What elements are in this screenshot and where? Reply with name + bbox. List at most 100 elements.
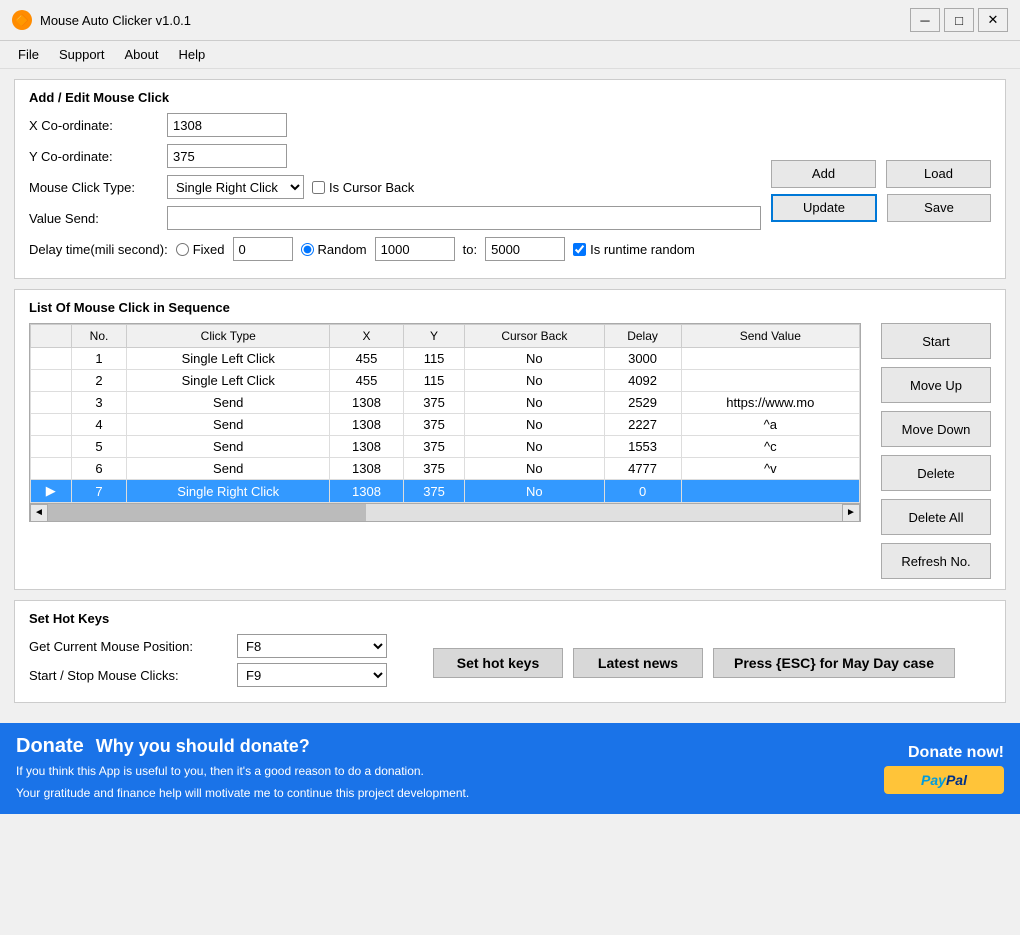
row-delay: 3000 [604, 348, 681, 370]
hotkeys-section: Set Hot Keys Get Current Mouse Position:… [14, 600, 1006, 703]
latest-news-button[interactable]: Latest news [573, 648, 703, 678]
row-click-type: Send [127, 414, 330, 436]
table-row[interactable]: 6 Send 1308 375 No 4777 ^v [31, 458, 860, 480]
cursor-back-label[interactable]: Is Cursor Back [312, 180, 414, 195]
maximize-button[interactable]: □ [944, 8, 974, 32]
fixed-radio[interactable] [176, 243, 189, 256]
x-input[interactable] [167, 113, 287, 137]
window-controls: ─ □ ✕ [910, 8, 1008, 32]
donate-bar: Donate Why you should donate? If you thi… [0, 723, 1020, 814]
row-arrow [31, 436, 72, 458]
get-position-row: Get Current Mouse Position: F8F7F6F5 [29, 634, 387, 658]
row-no: 7 [71, 480, 127, 503]
row-send-value [681, 348, 859, 370]
minimize-button[interactable]: ─ [910, 8, 940, 32]
donate-desc1: If you think this App is useful to you, … [16, 762, 874, 780]
row-cursor-back: No [465, 392, 604, 414]
col-arrow [31, 325, 72, 348]
row-x: 1308 [330, 480, 404, 503]
click-type-label: Mouse Click Type: [29, 180, 159, 195]
add-edit-right: Add Load Update Save [771, 113, 991, 268]
table-row[interactable]: 4 Send 1308 375 No 2227 ^a [31, 414, 860, 436]
row-click-type: Send [127, 392, 330, 414]
donate-now-text: Donate now! [884, 744, 1004, 762]
get-position-select[interactable]: F8F7F6F5 [237, 634, 387, 658]
runtime-random-label[interactable]: Is runtime random [573, 242, 695, 257]
random-radio[interactable] [301, 243, 314, 256]
delete-all-button[interactable]: Delete All [881, 499, 991, 535]
row-send-value: ^v [681, 458, 859, 480]
save-button[interactable]: Save [887, 194, 991, 222]
sequence-buttons: Start Move Up Move Down Delete Delete Al… [881, 323, 991, 579]
set-hotkeys-button[interactable]: Set hot keys [433, 648, 563, 678]
hotkeys-form: Get Current Mouse Position: F8F7F6F5 Sta… [29, 634, 387, 692]
y-input[interactable] [167, 144, 287, 168]
col-cursor-back: Cursor Back [465, 325, 604, 348]
table-wrapper: No. Click Type X Y Cursor Back Delay Sen… [29, 323, 861, 579]
row-send-value: https://www.mo [681, 392, 859, 414]
start-stop-select[interactable]: F9F8F7F6 [237, 663, 387, 687]
table-row[interactable]: 1 Single Left Click 455 115 No 3000 [31, 348, 860, 370]
menu-support[interactable]: Support [49, 43, 115, 66]
start-button[interactable]: Start [881, 323, 991, 359]
row-x: 455 [330, 370, 404, 392]
add-load-row: Add Load [771, 160, 991, 188]
value-send-input[interactable] [167, 206, 761, 230]
row-no: 5 [71, 436, 127, 458]
row-delay: 4777 [604, 458, 681, 480]
update-button[interactable]: Update [771, 194, 877, 222]
row-cursor-back: No [465, 348, 604, 370]
row-cursor-back: No [465, 370, 604, 392]
runtime-random-checkbox[interactable] [573, 243, 586, 256]
row-delay: 1553 [604, 436, 681, 458]
scroll-left-arrow[interactable]: ◄ [30, 504, 48, 522]
paypal-button[interactable]: PayPal [884, 766, 1004, 794]
move-up-button[interactable]: Move Up [881, 367, 991, 403]
random-from-input[interactable] [375, 237, 455, 261]
fixed-radio-label[interactable]: Fixed [176, 242, 225, 257]
sequence-section: List Of Mouse Click in Sequence No. Clic… [14, 289, 1006, 590]
table-row[interactable]: 2 Single Left Click 455 115 No 4092 [31, 370, 860, 392]
row-send-value: ^a [681, 414, 859, 436]
add-edit-section: Add / Edit Mouse Click X Co-ordinate: Y … [14, 79, 1006, 279]
fixed-value-input[interactable] [233, 237, 293, 261]
esc-button[interactable]: Press {ESC} for May Day case [713, 648, 955, 678]
menu-about[interactable]: About [115, 43, 169, 66]
close-button[interactable]: ✕ [978, 8, 1008, 32]
row-arrow [31, 458, 72, 480]
click-type-select[interactable]: Single Right Click Single Left Click Dou… [167, 175, 304, 199]
delay-label: Delay time(mili second): [29, 242, 168, 257]
load-button[interactable]: Load [886, 160, 991, 188]
row-cursor-back: No [465, 480, 604, 503]
refresh-no-button[interactable]: Refresh No. [881, 543, 991, 579]
scroll-right-arrow[interactable]: ► [842, 504, 860, 522]
row-y: 115 [403, 370, 464, 392]
add-button[interactable]: Add [771, 160, 876, 188]
sequence-table: No. Click Type X Y Cursor Back Delay Sen… [30, 324, 860, 503]
hotkeys-title: Set Hot Keys [29, 611, 991, 626]
table-row[interactable]: 3 Send 1308 375 No 2529 https://www.mo [31, 392, 860, 414]
row-x: 1308 [330, 436, 404, 458]
menu-file[interactable]: File [8, 43, 49, 66]
sequence-table-container[interactable]: No. Click Type X Y Cursor Back Delay Sen… [29, 323, 861, 504]
cursor-back-checkbox[interactable] [312, 181, 325, 194]
table-row[interactable]: ▶ 7 Single Right Click 1308 375 No 0 [31, 480, 860, 503]
menu-help[interactable]: Help [168, 43, 215, 66]
delete-button[interactable]: Delete [881, 455, 991, 491]
row-y: 375 [403, 392, 464, 414]
menu-bar: File Support About Help [0, 41, 1020, 69]
scroll-track[interactable] [48, 504, 842, 521]
sequence-layout: No. Click Type X Y Cursor Back Delay Sen… [29, 323, 991, 579]
table-row[interactable]: 5 Send 1308 375 No 1553 ^c [31, 436, 860, 458]
random-radio-label[interactable]: Random [301, 242, 367, 257]
to-label: to: [463, 242, 477, 257]
row-arrow [31, 392, 72, 414]
row-x: 1308 [330, 392, 404, 414]
row-no: 4 [71, 414, 127, 436]
main-content: Add / Edit Mouse Click X Co-ordinate: Y … [0, 69, 1020, 723]
horizontal-scrollbar[interactable]: ◄ ► [29, 504, 861, 522]
random-to-input[interactable] [485, 237, 565, 261]
y-label: Y Co-ordinate: [29, 149, 159, 164]
col-send-value: Send Value [681, 325, 859, 348]
move-down-button[interactable]: Move Down [881, 411, 991, 447]
